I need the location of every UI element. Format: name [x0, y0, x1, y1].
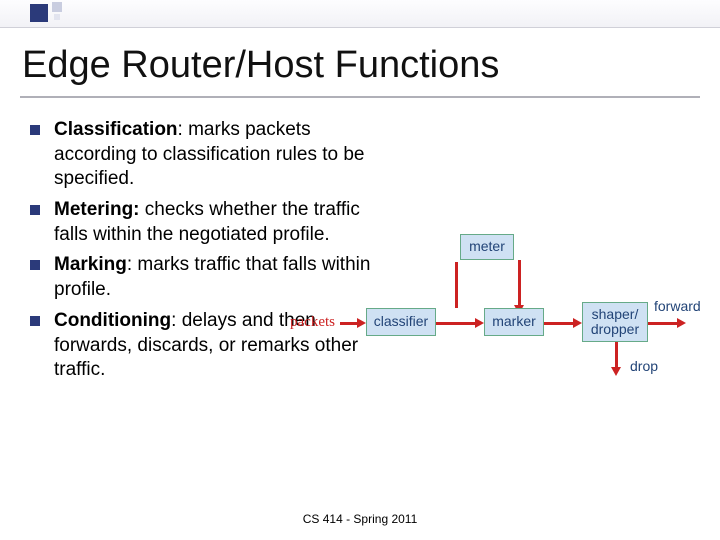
list-item-term: Conditioning	[54, 310, 171, 331]
arrow-forward	[648, 322, 678, 325]
bullet-icon	[30, 205, 40, 215]
list-item: Classification: marks packets according …	[30, 118, 390, 192]
node-meter: meter	[460, 234, 514, 260]
bullet-icon	[30, 260, 40, 270]
arrow-marker-shaper	[544, 322, 574, 325]
decor-square-small	[52, 2, 62, 12]
bullet-icon	[30, 125, 40, 135]
block-diagram: packets classifier meter marker shaper/ …	[340, 240, 710, 410]
arrow-in	[340, 322, 358, 325]
arrow-classifier-meter-up	[455, 262, 458, 308]
node-marker: marker	[484, 308, 544, 336]
packets-label: packets	[290, 314, 335, 331]
list-item-term: Marking	[54, 254, 127, 275]
drop-label: drop	[630, 358, 658, 374]
slide-footer: CS 414 - Spring 2011	[0, 512, 720, 526]
bullet-icon	[30, 316, 40, 326]
list-item-term: Metering:	[54, 199, 140, 220]
shaper-line1: shaper/	[592, 307, 639, 322]
decor-square-large	[30, 4, 48, 22]
node-classifier: classifier	[366, 308, 436, 336]
list-item-term: Classification	[54, 119, 178, 140]
forward-label: forward	[654, 298, 701, 314]
list-item: Marking: marks traffic that falls within…	[30, 253, 390, 302]
arrow-drop	[615, 342, 618, 368]
arrow-meter-marker-down	[518, 260, 521, 306]
title-underline	[20, 96, 700, 98]
node-shaper-dropper: shaper/ dropper	[582, 302, 648, 342]
decor-square-tiny	[54, 14, 60, 20]
slide-top-decoration	[0, 0, 720, 28]
arrow-classifier-marker	[436, 322, 476, 325]
list-item-text: Classification: marks packets according …	[54, 118, 390, 192]
shaper-line2: dropper	[591, 322, 639, 337]
bullet-list: Classification: marks packets according …	[30, 118, 390, 389]
slide-title: Edge Router/Host Functions	[22, 44, 499, 87]
list-item: Conditioning: delays and then forwards, …	[30, 309, 390, 383]
list-item: Metering: checks whether the traffic fal…	[30, 198, 390, 247]
